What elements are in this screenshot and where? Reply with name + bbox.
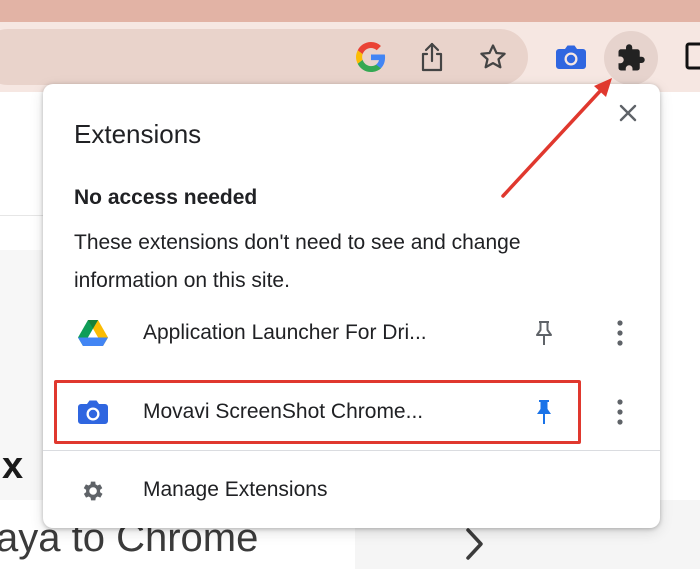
camera-icon[interactable] bbox=[552, 38, 590, 76]
window-titlebar bbox=[0, 0, 700, 22]
annotation-highlight-box bbox=[54, 380, 581, 444]
pin-button[interactable] bbox=[527, 315, 561, 351]
puzzle-icon[interactable] bbox=[604, 31, 658, 85]
more-options-button[interactable] bbox=[605, 394, 635, 430]
gear-icon bbox=[77, 476, 107, 506]
more-vert-icon bbox=[617, 320, 623, 346]
window-icon[interactable] bbox=[672, 36, 700, 76]
popup-divider bbox=[43, 450, 660, 451]
google-g-icon[interactable] bbox=[352, 38, 390, 76]
manage-extensions-row[interactable]: Manage Extensions bbox=[43, 460, 660, 520]
extensions-popup: Extensions No access needed These extens… bbox=[43, 84, 660, 528]
more-options-button[interactable] bbox=[605, 315, 635, 351]
popup-title: Extensions bbox=[74, 119, 202, 149]
more-vert-icon bbox=[617, 399, 623, 425]
section-heading: No access needed bbox=[74, 186, 258, 209]
extension-name: Application Launcher For Dri... bbox=[143, 321, 427, 344]
extension-row-application-launcher[interactable]: Application Launcher For Dri... bbox=[43, 303, 660, 363]
section-description: These extensions don't need to see and c… bbox=[74, 231, 521, 292]
google-drive-icon bbox=[75, 317, 111, 349]
page-heading-fragment: x bbox=[2, 445, 24, 487]
close-button[interactable] bbox=[611, 96, 645, 130]
star-icon[interactable] bbox=[474, 38, 512, 76]
browser-toolbar bbox=[0, 22, 700, 92]
chevron-right-icon[interactable] bbox=[460, 524, 490, 564]
manage-extensions-label: Manage Extensions bbox=[143, 478, 328, 501]
close-icon bbox=[619, 104, 637, 122]
page-divider bbox=[0, 215, 45, 216]
pin-outline-icon bbox=[536, 321, 552, 345]
share-icon[interactable] bbox=[414, 38, 450, 76]
